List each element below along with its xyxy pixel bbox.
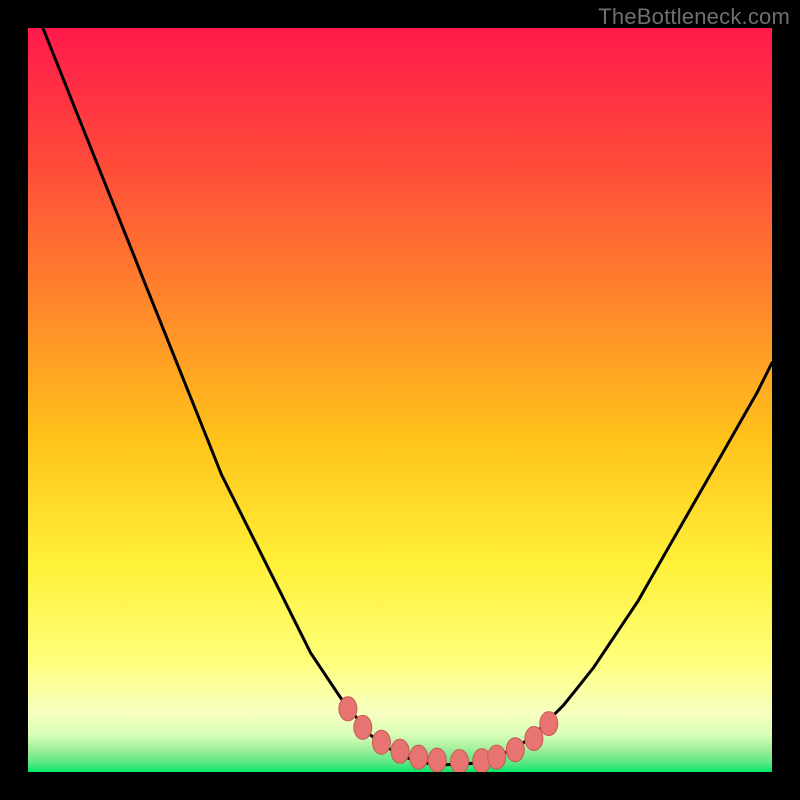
chart-plot-area bbox=[28, 28, 772, 772]
chart-outer-frame: TheBottleneck.com bbox=[0, 0, 800, 800]
valley-marker bbox=[525, 727, 543, 751]
valley-marker bbox=[410, 745, 428, 769]
valley-marker bbox=[540, 712, 558, 736]
valley-marker bbox=[354, 715, 372, 739]
valley-marker bbox=[428, 748, 446, 772]
valley-marker bbox=[488, 745, 506, 769]
chart-svg bbox=[28, 28, 772, 772]
attribution-text: TheBottleneck.com bbox=[598, 4, 790, 30]
valley-marker bbox=[506, 738, 524, 762]
valley-marker bbox=[391, 739, 409, 763]
valley-marker bbox=[339, 697, 357, 721]
valley-marker bbox=[451, 750, 469, 772]
chart-background-gradient bbox=[28, 28, 772, 772]
valley-marker bbox=[372, 730, 390, 754]
